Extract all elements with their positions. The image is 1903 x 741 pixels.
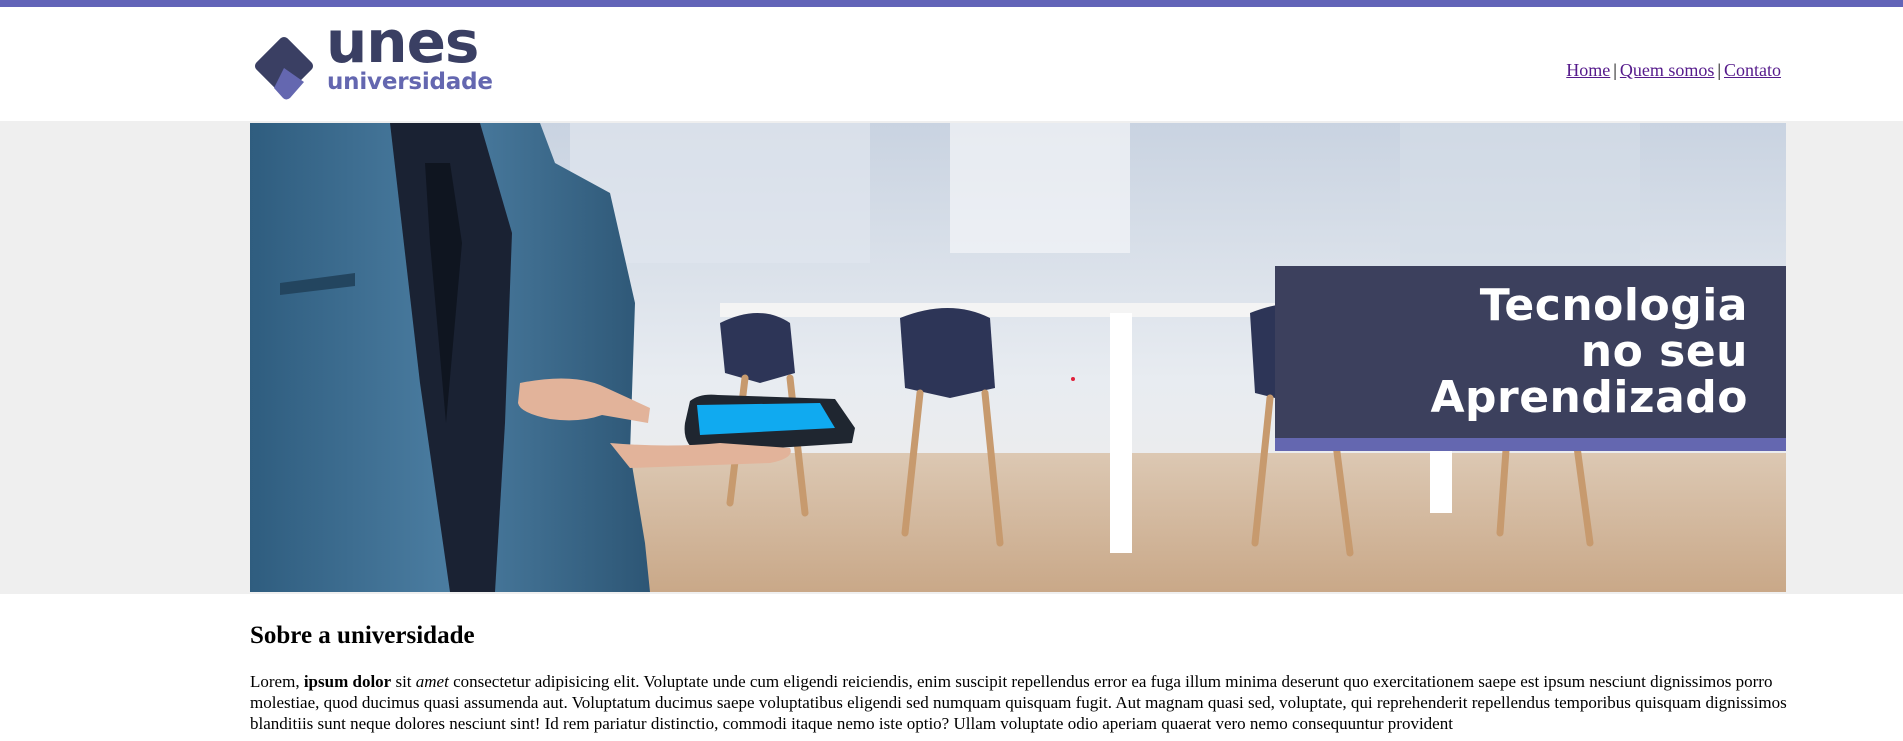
- nav-link-quem-somos[interactable]: Quem somos: [1620, 60, 1715, 80]
- paragraph-italic-text: amet: [415, 672, 449, 691]
- nav-link-contato[interactable]: Contato: [1724, 60, 1781, 80]
- paragraph-text: sit: [391, 672, 416, 691]
- banner-headline-line: Aprendizado: [1430, 372, 1748, 423]
- hero-band: Tecnologia no seu Aprendizado: [0, 121, 1903, 594]
- cursor-dot-icon: [1071, 377, 1075, 381]
- logo-diamond-icon: [254, 36, 314, 100]
- banner-headline-line: Tecnologia: [1479, 280, 1748, 331]
- site-logo[interactable]: unes universidade: [250, 13, 500, 103]
- paragraph-text: consectetur adipisicing elit. Voluptate …: [250, 672, 1787, 733]
- section-title: Sobre a universidade: [250, 622, 475, 649]
- hero-banner: Tecnologia no seu Aprendizado: [250, 123, 1786, 592]
- site-header: unes universidade Home | Quem somos | Contat…: [0, 7, 1903, 121]
- about-paragraph: Lorem, ipsum dolor sit amet consectetur …: [250, 671, 1790, 734]
- paragraph-bold-text: ipsum dolor: [303, 672, 392, 691]
- logo-wordmark: unes: [326, 8, 479, 76]
- nav-separator: |: [1613, 60, 1617, 80]
- nav-separator: |: [1717, 60, 1721, 80]
- about-section: Sobre a universidade Lorem, ipsum dolor …: [250, 620, 1790, 734]
- nav-link-home[interactable]: Home: [1566, 60, 1610, 80]
- main-nav: Home | Quem somos | Contato: [1566, 60, 1781, 81]
- logo-tagline: universidade: [327, 69, 493, 95]
- paragraph-text: Lorem,: [250, 672, 304, 691]
- banner-headline-panel: Tecnologia no seu Aprendizado: [1275, 266, 1786, 438]
- top-accent-bar: [0, 0, 1903, 7]
- banner-headline-line: no seu: [1580, 326, 1748, 377]
